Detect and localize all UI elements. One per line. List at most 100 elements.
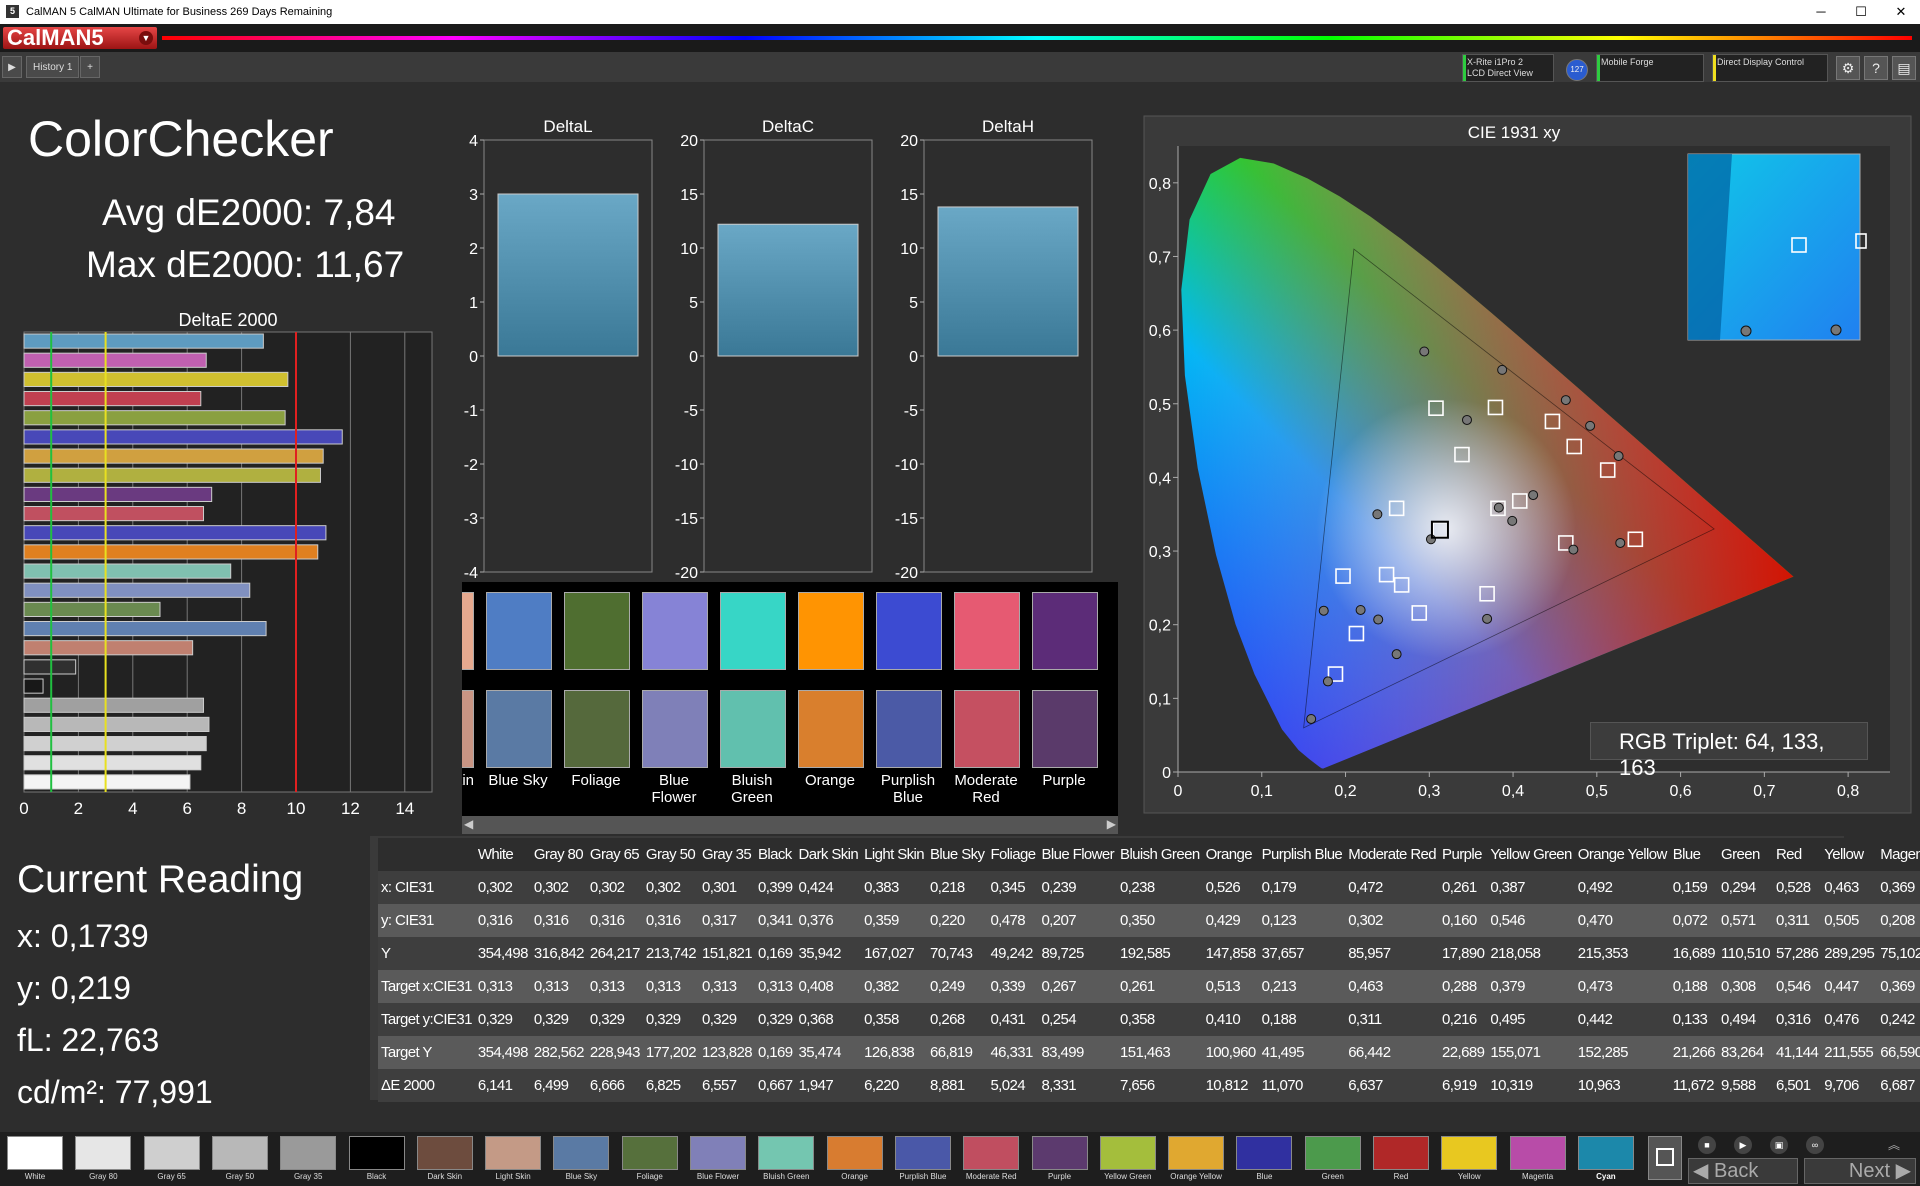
swatch-label: Light Skin xyxy=(495,1172,531,1181)
minimize-button[interactable]: ─ xyxy=(1806,3,1836,21)
swatch-button[interactable]: Blue xyxy=(1233,1136,1295,1184)
table-cell: 0,238 xyxy=(1117,871,1203,904)
table-cell: 0,302 xyxy=(474,871,531,904)
swatch-button[interactable]: Orange Yellow xyxy=(1165,1136,1227,1184)
swatch-button[interactable]: Blue Flower xyxy=(687,1136,749,1184)
table-header-cell: Gray 80 xyxy=(530,838,587,871)
table-header-cell: Purple xyxy=(1439,838,1488,871)
avg-de-readout: Avg dE2000: 7,84 xyxy=(102,192,396,233)
y-tick-label: 0,5 xyxy=(1149,397,1171,414)
table-header-cell: Foliage xyxy=(987,838,1039,871)
play-small-icon[interactable]: ▶ xyxy=(1734,1136,1752,1154)
maximize-button[interactable]: ☐ xyxy=(1846,3,1876,21)
swatch-button[interactable]: Light Skin xyxy=(482,1136,544,1184)
swatch-button[interactable]: Yellow Green xyxy=(1097,1136,1159,1184)
help-icon[interactable]: ? xyxy=(1864,56,1888,80)
next-button[interactable]: Next ▶ xyxy=(1804,1158,1916,1184)
table-cell: 0,308 xyxy=(1718,970,1773,1003)
de-bar xyxy=(23,525,327,541)
table-cell: 6,501 xyxy=(1772,1069,1822,1102)
swatch-button[interactable]: Blue Sky xyxy=(550,1136,612,1184)
table-cell: 0,313 xyxy=(586,970,643,1003)
collapse-icon[interactable]: ︽ xyxy=(1888,1136,1900,1153)
stop-small-icon[interactable]: ■ xyxy=(1698,1136,1716,1154)
swatch-button[interactable]: Gray 65 xyxy=(141,1136,203,1184)
deltal-chart: DeltaL 4 3 2 1 0 -1 -2 -3 -4 xyxy=(464,117,653,580)
swatch-button[interactable]: Red xyxy=(1370,1136,1432,1184)
swatch-button[interactable]: Dark Skin xyxy=(414,1136,476,1184)
swatch-color xyxy=(553,1136,610,1170)
play-icon[interactable]: ▶ xyxy=(2,56,22,78)
table-cell: 0,478 xyxy=(987,904,1039,937)
table-cell: 0,387 xyxy=(1487,871,1575,904)
table-cell: 0,302 xyxy=(586,871,643,904)
swatch-color xyxy=(75,1136,132,1170)
swatch-button[interactable]: Foliage xyxy=(619,1136,681,1184)
swatch-button[interactable]: Gray 35 xyxy=(277,1136,339,1184)
table-cell: 0,369 xyxy=(1877,970,1920,1003)
patch-scrollbar[interactable]: ◀ ▶ xyxy=(462,816,1118,834)
settings-gear-icon[interactable]: ⚙ xyxy=(1836,56,1860,80)
table-cell: 0,261 xyxy=(1439,871,1488,904)
swatch-button[interactable]: Black xyxy=(346,1136,408,1184)
delta-bar xyxy=(937,206,1079,357)
swatch-button[interactable]: Cyan xyxy=(1575,1136,1637,1184)
table-cell: 218,058 xyxy=(1487,937,1575,970)
table-cell: 0,261 xyxy=(1117,970,1203,1003)
x-tick-label: 2 xyxy=(74,799,83,818)
table-header-cell xyxy=(378,838,475,871)
scroll-right-icon[interactable]: ▶ xyxy=(1107,817,1116,831)
menu-icon[interactable]: ▤ xyxy=(1892,56,1916,80)
table-cell: 0,316 xyxy=(530,904,587,937)
back-button[interactable]: ◀ Back xyxy=(1688,1158,1798,1184)
swatch-button[interactable]: Gray 50 xyxy=(209,1136,271,1184)
swatch-label: Blue xyxy=(1256,1172,1273,1181)
swatch-button[interactable]: Purple xyxy=(1029,1136,1091,1184)
swatch-color xyxy=(280,1136,337,1170)
y-tick-label: -3 xyxy=(464,511,478,528)
table-cell: Target y:CIE31 xyxy=(378,1003,475,1036)
table-header-cell: Moderate Red xyxy=(1345,838,1440,871)
table-cell: 126,838 xyxy=(861,1036,928,1069)
device-count-badge[interactable]: 127 xyxy=(1566,59,1588,81)
swatch-button[interactable]: Magenta xyxy=(1507,1136,1569,1184)
table-cell: 211,555 xyxy=(1821,1036,1878,1069)
save-small-icon[interactable]: ▣ xyxy=(1770,1136,1788,1154)
tab-history[interactable]: History 1 xyxy=(26,56,80,78)
device-meter[interactable]: X-Rite i1Pro 2 LCD Direct View xyxy=(1462,54,1554,82)
swatch-button[interactable]: Bluish Green xyxy=(755,1136,817,1184)
device-source[interactable]: Mobile Forge xyxy=(1596,54,1704,82)
patch-target xyxy=(462,592,474,670)
delta-bar xyxy=(497,193,639,357)
table-row: Y 354,498 316,842 264,217 213,742 151,821 0,16… xyxy=(378,937,1920,970)
close-button[interactable]: ✕ xyxy=(1886,3,1916,21)
swatch-button[interactable]: Gray 80 xyxy=(72,1136,134,1184)
swatch-button[interactable]: Yellow xyxy=(1438,1136,1500,1184)
table-header-cell: Magenta xyxy=(1877,838,1920,871)
swatch-button[interactable]: Purplish Blue xyxy=(892,1136,954,1184)
patch-target xyxy=(720,592,786,670)
swatch-button[interactable]: White xyxy=(4,1136,66,1184)
patch-pair: Orange xyxy=(790,582,868,816)
scroll-left-icon[interactable]: ◀ xyxy=(464,817,473,831)
loop-small-icon[interactable]: ∞ xyxy=(1806,1136,1824,1154)
x-tick-label: 6 xyxy=(182,799,191,818)
table-cell: 6,557 xyxy=(698,1069,755,1102)
add-tab-button[interactable]: + xyxy=(80,56,100,78)
swatch-button[interactable]: Green xyxy=(1302,1136,1364,1184)
patch-pair: Foliage xyxy=(556,582,634,816)
de-bar xyxy=(23,621,267,637)
swatch-button[interactable]: Moderate Red xyxy=(960,1136,1022,1184)
deltah-chart: DeltaH 20 15 10 5 0 -5 -10 -15 -20 xyxy=(895,117,1093,580)
patch-measured xyxy=(564,690,630,768)
table-cell: 0,429 xyxy=(1202,904,1259,937)
calman-logo-menu[interactable]: CalMAN5 ▼ xyxy=(3,27,157,49)
stop-button[interactable] xyxy=(1648,1136,1682,1180)
table-cell: 0,463 xyxy=(1821,871,1878,904)
table-cell: 75,102 xyxy=(1877,937,1920,970)
table-cell: 16,689 xyxy=(1669,937,1719,970)
device-display[interactable]: Direct Display Control xyxy=(1712,54,1828,82)
swatch-button[interactable]: Orange xyxy=(824,1136,886,1184)
device-status-bar xyxy=(1463,55,1466,81)
de-bar xyxy=(23,448,324,464)
